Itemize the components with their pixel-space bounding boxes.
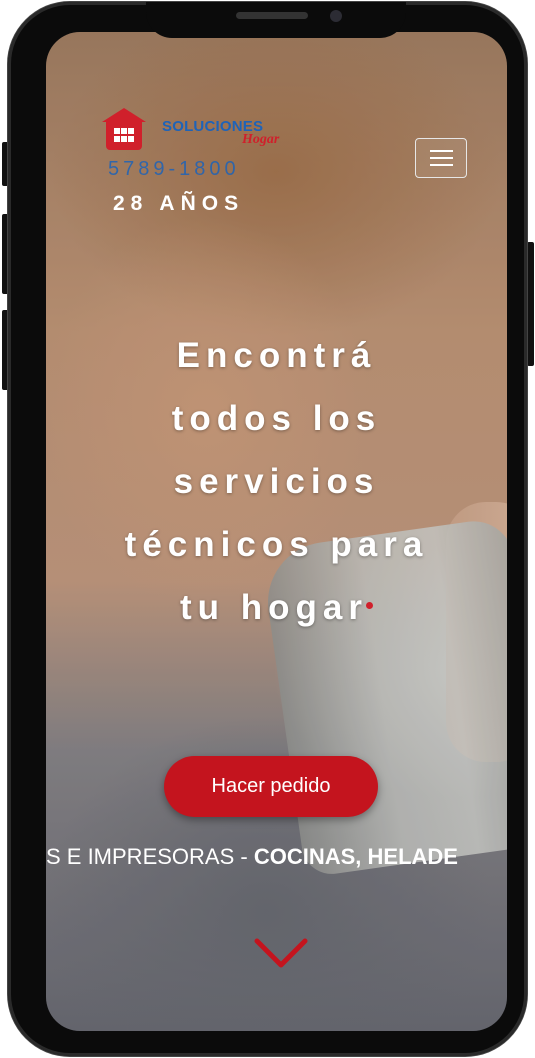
chevron-down-icon[interactable] xyxy=(253,937,309,971)
hero-line-last: tu hogar xyxy=(46,576,507,639)
logo-subtitle: Hogar xyxy=(242,132,280,147)
speaker-grille xyxy=(236,12,308,19)
screen: SOLUCIONES Hogar 5789-1800 28 AÑOS Encon… xyxy=(46,32,507,1031)
hero-headline: Encontrá todos los servicios técnicos pa… xyxy=(46,324,507,639)
typing-cursor-dot xyxy=(365,602,373,610)
services-ticker: S E IMPRESORAS - COCINAS, HELADE xyxy=(46,844,507,870)
phone-frame: SOLUCIONES Hogar 5789-1800 28 AÑOS Encon… xyxy=(8,2,527,1056)
logo-window xyxy=(114,128,134,142)
hero-line: todos los xyxy=(171,399,382,438)
hero-line: servicios xyxy=(173,462,380,501)
front-camera-icon xyxy=(330,10,342,22)
years-badge: 28 AÑOS xyxy=(113,192,245,215)
ticker-text: S E IMPRESORAS - xyxy=(46,844,254,869)
ticker-text-bold: COCINAS, HELADE xyxy=(253,844,458,869)
phone-number[interactable]: 5789-1800 xyxy=(108,158,240,181)
hero-line: técnicos para xyxy=(124,525,429,564)
order-button[interactable]: Hacer pedido xyxy=(164,756,378,817)
logo-house-icon xyxy=(106,118,142,150)
hero-line: Encontrá xyxy=(176,336,377,375)
hamburger-menu-icon[interactable] xyxy=(415,138,467,178)
hero-line: tu hogar xyxy=(180,588,368,627)
power-button xyxy=(527,242,534,366)
phone-notch xyxy=(146,2,406,38)
